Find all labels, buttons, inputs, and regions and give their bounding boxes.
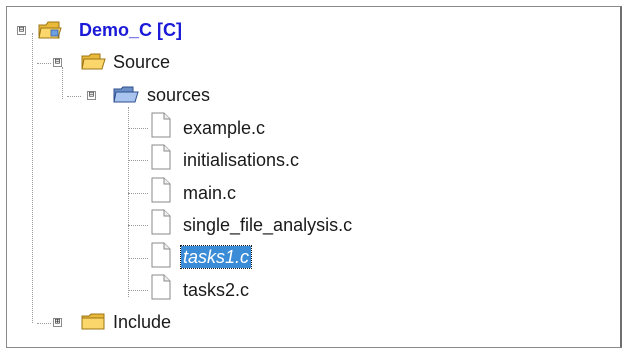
file-icon <box>151 177 171 203</box>
expand-toggle[interactable]: ⊞ <box>53 318 62 327</box>
collapse-toggle[interactable]: ⊟ <box>53 58 62 67</box>
file-icon <box>151 112 171 138</box>
tree-guide-line <box>37 63 51 64</box>
tree-guide-line <box>128 107 129 297</box>
folder-open-icon <box>81 53 106 70</box>
file-icon <box>151 144 171 170</box>
file-label[interactable]: tasks2.c <box>181 279 251 301</box>
sources-folder-label[interactable]: sources <box>145 84 212 106</box>
include-folder-label[interactable]: Include <box>111 311 173 333</box>
tree-guide-line <box>128 160 148 161</box>
file-label-selected[interactable]: tasks1.c <box>179 245 253 269</box>
project-tree-panel: ⊟ Demo_C [C] ⊟ Source ⊟ sources example.… <box>6 6 622 348</box>
file-icon <box>151 274 171 300</box>
tree-guide-line <box>62 67 63 99</box>
project-node-label[interactable]: Demo_C [C] <box>77 19 184 41</box>
folder-icon <box>81 313 105 330</box>
tree-guide-line <box>37 323 51 324</box>
collapse-toggle[interactable]: ⊟ <box>87 91 96 100</box>
file-label[interactable]: main.c <box>181 182 238 204</box>
tree-guide-line <box>128 225 148 226</box>
tree-guide-line <box>128 258 148 259</box>
file-icon <box>151 242 171 268</box>
file-label[interactable]: initialisations.c <box>181 149 301 171</box>
collapse-toggle[interactable]: ⊟ <box>17 26 26 35</box>
source-folder-label[interactable]: Source <box>111 51 172 73</box>
folder-blue-open-icon <box>113 86 139 103</box>
tree-guide-line <box>67 96 81 97</box>
tree-guide-line <box>128 193 148 194</box>
tree-guide-line <box>32 33 33 323</box>
file-label[interactable]: single_file_analysis.c <box>181 214 354 236</box>
file-label[interactable]: example.c <box>181 117 267 139</box>
project-folder-icon <box>38 21 62 39</box>
tree-guide-line <box>128 128 148 129</box>
tree-guide-line <box>128 290 148 291</box>
file-icon <box>151 209 171 235</box>
